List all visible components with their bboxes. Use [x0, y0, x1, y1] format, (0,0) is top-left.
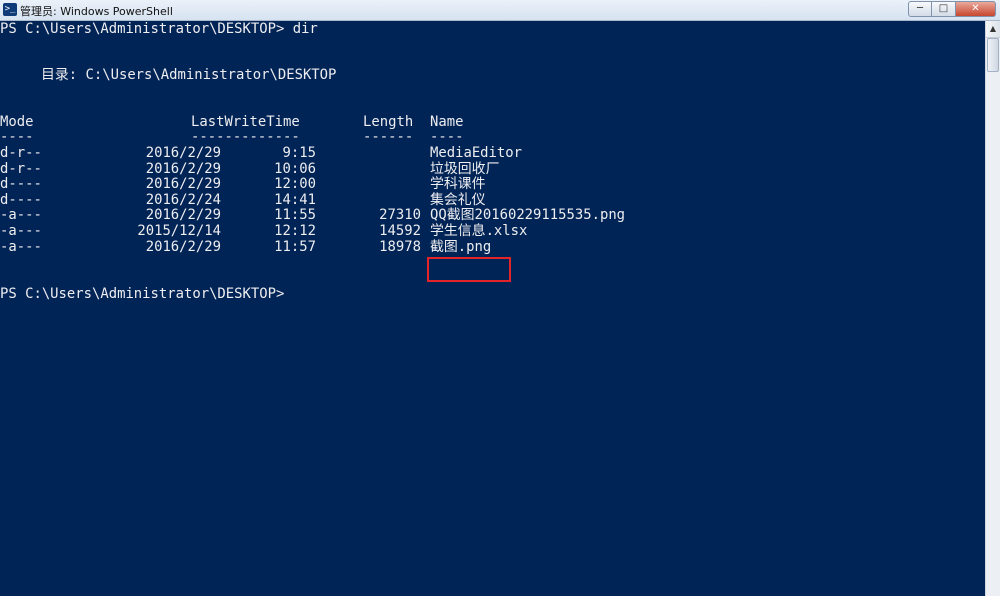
maximize-button[interactable]: □: [932, 1, 956, 17]
entry-name: MediaEditor: [430, 145, 522, 161]
entry-time: 11:57: [274, 238, 316, 255]
scroll-thumb[interactable]: [987, 38, 999, 72]
header-row: Mode LastWriteTime Length Name: [0, 114, 700, 131]
entry-length: 27310: [379, 207, 421, 224]
entry-time: 12:12: [274, 223, 316, 239]
list-item: d---- 2016/2/24 14:41 集会礼仪: [0, 191, 700, 209]
entry-mode: d----: [0, 176, 42, 193]
entry-date: 2016/2/24: [145, 191, 221, 208]
underline-name: ----: [430, 129, 464, 145]
command-prompt-line: PS C:\Users\Administrator\DESKTOP> dir: [0, 21, 318, 37]
scroll-up-arrow-icon[interactable]: ▲: [986, 21, 1000, 38]
list-item: d---- 2016/2/29 12:00 学科课件: [0, 177, 700, 193]
entry-date: 2016/2/29: [145, 238, 221, 255]
underline-length: ------: [363, 129, 414, 145]
entry-name: 截图.png: [430, 238, 492, 255]
entry-name: QQ截图20160229115535.png: [430, 207, 626, 224]
entry-date: 2016/2/29: [145, 207, 221, 224]
entry-date: 2015/12/14: [137, 223, 221, 239]
title-bar: >_ 管理员: Windows PowerShell ─ □ ✕: [0, 0, 1000, 21]
entry-date: 2016/2/29: [145, 176, 221, 193]
window-controls: ─ □ ✕: [908, 1, 996, 18]
close-button[interactable]: ✕: [956, 1, 996, 17]
list-item: d-r-- 2016/2/29 10:06 垃圾回收厂: [0, 160, 700, 178]
entry-name: 垃圾回收厂: [430, 160, 500, 177]
entry-name: 学科课件: [430, 176, 486, 193]
entry-mode: d-r--: [0, 160, 42, 177]
entry-date: 2016/2/29: [145, 145, 221, 161]
final-prompt-line: PS C:\Users\Administrator\DESKTOP>: [0, 286, 285, 302]
entry-mode: d-r--: [0, 145, 42, 161]
entry-length: 14592: [379, 223, 421, 239]
entry-time: 9:15: [282, 145, 316, 161]
powershell-icon: >_: [3, 3, 17, 16]
directory-label: 目录: C:\Users\Administrator\DESKTOP: [41, 67, 337, 83]
list-item: -a--- 2015/12/14 12:12 14592 学生信息.xlsx: [0, 223, 700, 240]
underline-lastwritetime: -------------: [191, 129, 300, 145]
entry-time: 14:41: [274, 191, 316, 208]
entry-time: 11:55: [274, 207, 316, 224]
list-item: -a--- 2016/2/29 11:57 18978 截图.png: [0, 238, 700, 256]
list-item: d-r-- 2016/2/29 9:15 MediaEditor: [0, 145, 700, 162]
console-output[interactable]: PS C:\Users\Administrator\DESKTOP> dir 目…: [0, 21, 985, 596]
underline-mode: ----: [0, 129, 34, 145]
entry-time: 12:00: [274, 176, 316, 193]
entry-name: 集会礼仪: [430, 191, 486, 208]
entry-length: 18978: [379, 238, 421, 255]
entry-mode: -a---: [0, 207, 42, 224]
list-item: -a--- 2016/2/29 11:55 27310 QQ截图201602291155…: [0, 208, 700, 224]
entry-name: 学生信息.xlsx: [430, 223, 528, 239]
entry-time: 10:06: [274, 160, 316, 177]
entry-date: 2016/2/29: [145, 160, 221, 177]
window-title: 管理员: Windows PowerShell: [20, 5, 173, 18]
entry-mode: -a---: [0, 238, 42, 255]
vertical-scrollbar[interactable]: ▲: [985, 21, 1000, 596]
header-underline-row: ---- ------------- ------ ----: [0, 129, 700, 146]
minimize-button[interactable]: ─: [908, 1, 932, 17]
entry-mode: d----: [0, 191, 42, 208]
highlight-box: [427, 257, 511, 282]
entry-mode: -a---: [0, 223, 42, 239]
